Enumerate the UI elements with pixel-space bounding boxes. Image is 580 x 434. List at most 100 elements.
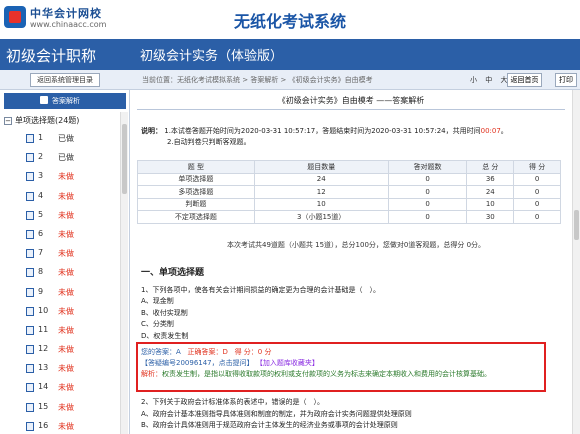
question-status: 未做 <box>58 249 74 259</box>
correct-answer: 正确答案：D <box>187 348 228 356</box>
table-cell: 30 <box>466 210 515 224</box>
question-doc-icon <box>26 287 34 297</box>
content-scrollbar-thumb[interactable] <box>574 210 579 240</box>
exam-page: 中华会计网校 www.chinaacc.com 无纸化考试系统 初级会计职称 初… <box>0 0 580 434</box>
question-group-single-choice[interactable]: − 单项选择题(24题) <box>4 115 79 126</box>
question-nav-item[interactable]: 15 未做 <box>8 399 118 418</box>
table-cell: 0 <box>513 210 561 224</box>
question-nav-item[interactable]: 16 未做 <box>8 418 118 434</box>
table-cell: 0 <box>513 172 561 186</box>
question-stem: 1、下列各项中，使各有关会计期间损益的确定更为合理的会计基础是（ ）。 <box>141 286 380 294</box>
question-status: 已做 <box>58 153 74 163</box>
option-a: A、政府会计基本准则指导具体准则和制度的制定，并为政府会计实务问题提供处理原则 <box>141 409 412 418</box>
note-1-end: 。 <box>500 127 508 135</box>
question-status: 未做 <box>58 229 74 239</box>
table-cell: 12 <box>253 185 389 199</box>
sidebar-header-label: 答案解析 <box>52 97 80 105</box>
option-d: D、权责发生制 <box>141 331 189 340</box>
print-button[interactable]: 打印 <box>555 73 577 87</box>
question-nav-item[interactable]: 3 未做 <box>8 168 118 187</box>
table-header: 题目数量 <box>253 160 389 174</box>
sidebar-scrollbar-thumb[interactable] <box>122 124 127 194</box>
add-favorite-link[interactable]: 【加入题库收藏夹】 <box>256 359 319 367</box>
question-number: 14 <box>38 382 49 392</box>
question-number: 1 <box>38 133 44 142</box>
question-nav-item[interactable]: 8 未做 <box>8 264 118 283</box>
question-status: 未做 <box>58 306 74 316</box>
question-status: 未做 <box>58 268 74 278</box>
table-cell: 判断题 <box>137 197 255 211</box>
question-number: 13 <box>38 363 49 373</box>
question-nav-item[interactable]: 4 未做 <box>8 188 118 207</box>
question-status: 未做 <box>58 421 74 431</box>
table-cell: 24 <box>253 172 389 186</box>
your-answer: 您的答案：A <box>141 348 181 356</box>
table-cell: 0 <box>387 210 468 224</box>
question-status: 未做 <box>58 191 74 201</box>
sidebar-header: 答案解析 <box>4 93 126 109</box>
question-nav-item[interactable]: 14 未做 <box>8 379 118 398</box>
ask-question-link[interactable]: 【答疑编号20096147，点击提问】 <box>141 359 254 367</box>
question-stem: 2、下列关于政府会计标准体系的表述中，错误的是（ ）。 <box>141 398 324 406</box>
question-number: 6 <box>38 228 44 238</box>
breadcrumb: 当前位置：无纸化考试模拟系统 > 答案解析 > 《初级会计实务》自由模考 <box>142 76 373 84</box>
font-medium-button[interactable]: 中 <box>485 76 492 84</box>
top-banner: 中华会计网校 www.chinaacc.com 无纸化考试系统 <box>0 0 580 39</box>
table-cell: 0 <box>513 185 561 199</box>
question-doc-icon <box>26 364 34 374</box>
exam-level-title: 初级会计职称 <box>6 47 97 65</box>
question-2: 2、下列关于政府会计标准体系的表述中，错误的是（ ）。 A、政府会计基本准则指导… <box>141 397 566 432</box>
score-table-header-row: 题 型 题目数量 答对题数 总 分 得 分 <box>137 160 561 174</box>
table-cell: 10 <box>253 197 389 211</box>
question-number: 3 <box>38 171 44 181</box>
table-row: 多项选择题 12 0 24 0 <box>137 185 561 199</box>
font-small-button[interactable]: 小 <box>470 76 477 84</box>
question-status: 未做 <box>58 402 74 412</box>
answer-content: 《初级会计实务》自由模考 ——答案解析 说明： 1.本试卷答题开始时间为2020… <box>131 90 580 434</box>
answer-sidebar: 答案解析 − 单项选择题(24题) 1 已做 2 已做 3 未做 4 未做 5 未做 6 未做 7 未做 8 未… <box>0 90 130 434</box>
question-status: 未做 <box>58 325 74 335</box>
question-number: 9 <box>38 286 44 296</box>
collapse-icon[interactable]: − <box>4 117 12 125</box>
toolbar: 返回系统管理目录 当前位置：无纸化考试模拟系统 > 答案解析 > 《初级会计实务… <box>0 70 580 90</box>
question-number: 8 <box>38 267 44 277</box>
section-title: 一、单项选择题 <box>141 268 205 278</box>
table-row: 不定项选择题 3（小题15道） 0 30 0 <box>137 210 561 224</box>
table-cell: 36 <box>466 172 515 186</box>
explanation-text: 权责发生制，是指以取得收取款项的权利或支付款项的义务为标志来确定本期收入和费用的… <box>162 370 491 378</box>
question-doc-icon <box>26 268 34 278</box>
question-nav-item[interactable]: 5 未做 <box>8 207 118 226</box>
question-number: 2 <box>38 152 44 162</box>
explanation-label: 解析： <box>141 370 162 378</box>
question-number: 16 <box>38 420 49 430</box>
question-doc-icon <box>26 325 34 335</box>
content-scrollbar[interactable] <box>572 90 580 434</box>
question-list: 1 已做 2 已做 3 未做 4 未做 5 未做 6 未做 7 未做 8 未做 9 未做 10 未做 11 未做 12 未做 1… <box>8 130 118 434</box>
question-number: 4 <box>38 190 44 200</box>
exam-title: 《初级会计实务》自由模考 ——答案解析 <box>277 96 425 105</box>
question-nav-item[interactable]: 1 已做 <box>8 130 118 149</box>
table-cell: 0 <box>513 197 561 211</box>
question-nav-item[interactable]: 11 未做 <box>8 322 118 341</box>
question-doc-icon <box>26 153 34 163</box>
question-nav-item[interactable]: 2 已做 <box>8 149 118 168</box>
question-nav-item[interactable]: 6 未做 <box>8 226 118 245</box>
question-doc-icon <box>26 402 34 412</box>
question-nav-item[interactable]: 9 未做 <box>8 284 118 303</box>
table-cell: 多项选择题 <box>137 185 255 199</box>
sidebar-scrollbar[interactable] <box>120 112 128 434</box>
question-nav-item[interactable]: 12 未做 <box>8 341 118 360</box>
question-nav-item[interactable]: 10 未做 <box>8 303 118 322</box>
title-divider <box>137 109 565 110</box>
table-cell: 单项选择题 <box>137 172 255 186</box>
question-number: 11 <box>38 324 49 334</box>
table-header: 得 分 <box>513 160 561 174</box>
question-nav-item[interactable]: 13 未做 <box>8 360 118 379</box>
question-doc-icon <box>26 134 34 143</box>
return-catalog-button[interactable]: 返回系统管理目录 <box>30 73 100 87</box>
question-nav-item[interactable]: 7 未做 <box>8 245 118 264</box>
home-button[interactable]: 返回首页 <box>507 73 542 87</box>
table-cell: 3（小题15道） <box>253 210 389 224</box>
question-number: 15 <box>38 401 49 411</box>
table-cell: 0 <box>387 185 468 199</box>
